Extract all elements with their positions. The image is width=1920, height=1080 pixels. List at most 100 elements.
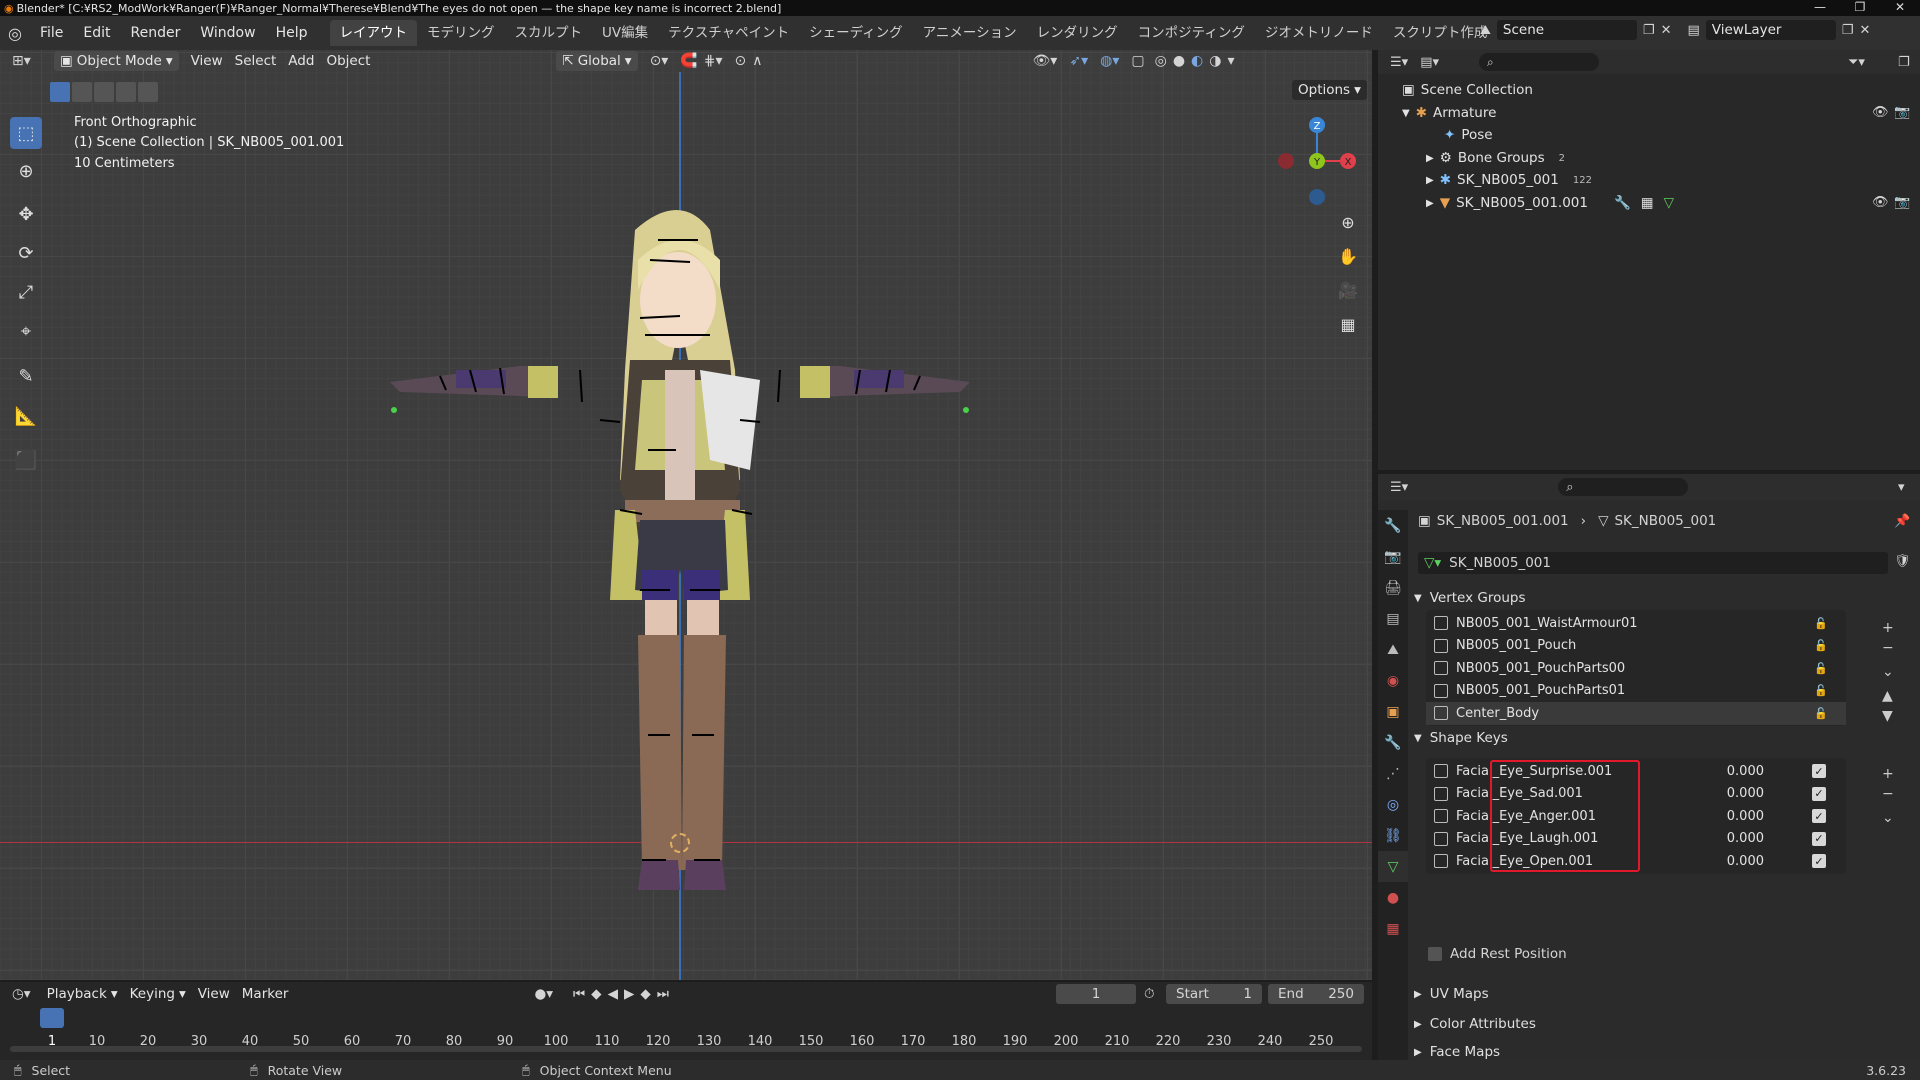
axis-navigation-gizmo[interactable]: Z X Y xyxy=(1262,110,1362,210)
vertex-groups-list[interactable]: NB005_001_WaistArmour01 🔓 NB005_001_Pouch… xyxy=(1426,610,1846,726)
menu-view[interactable]: View xyxy=(185,51,229,71)
lock-icon[interactable]: 🔓 xyxy=(1814,662,1828,675)
workspace-tab-sculpt[interactable]: スカルプト xyxy=(505,20,593,46)
physics-tab-icon[interactable]: ◎ xyxy=(1378,789,1408,820)
snap-icon[interactable]: 🧲 xyxy=(680,53,697,69)
proportional-edit-icon[interactable]: ⊙ xyxy=(735,53,747,69)
blender-menu-icon[interactable]: ◎ xyxy=(0,24,30,43)
jump-key-forward-icon[interactable]: ◆ xyxy=(640,986,650,1002)
character-model[interactable] xyxy=(380,170,980,910)
visibility-icon[interactable]: 👁▾ xyxy=(1033,53,1058,69)
cursor-tool-icon[interactable]: ⊕ xyxy=(10,155,42,187)
workspace-tab-layout[interactable]: レイアウト xyxy=(329,20,417,46)
lock-icon[interactable]: 🔓 xyxy=(1814,684,1828,697)
lock-icon[interactable]: 🔓 xyxy=(1814,707,1828,720)
shape-key-mute-checkbox[interactable]: ✓ xyxy=(1812,854,1826,869)
mesh-render-camera-icon[interactable]: 📷 xyxy=(1894,195,1910,210)
shape-key-mute-checkbox[interactable]: ✓ xyxy=(1812,809,1826,824)
view-layer-icon[interactable]: ▤ xyxy=(1687,23,1699,38)
workspace-tab-uv[interactable]: UV編集 xyxy=(592,20,658,46)
pivot-point-icon[interactable]: ⊙▾ xyxy=(650,53,669,69)
new-collection-icon[interactable]: ❐ xyxy=(1898,55,1910,70)
expand-arrow-icon[interactable]: ▶ xyxy=(1426,175,1434,186)
play-icon[interactable]: ▶ xyxy=(624,986,634,1002)
shape-key-mute-checkbox[interactable]: ✓ xyxy=(1812,764,1826,779)
face-maps-panel-header[interactable]: ▶ Face Maps xyxy=(1414,1044,1500,1060)
play-reverse-icon[interactable]: ◀ xyxy=(608,986,618,1002)
color-attributes-panel-header[interactable]: ▶ Color Attributes xyxy=(1414,1016,1536,1032)
playhead[interactable] xyxy=(40,1008,64,1028)
render-tab-icon[interactable]: 📷 xyxy=(1378,541,1408,572)
vertex-group-item[interactable]: NB005_001_Pouch 🔓 xyxy=(1426,635,1846,658)
menu-marker[interactable]: Marker xyxy=(236,984,295,1004)
mesh-data-icon[interactable]: ▽ xyxy=(1664,195,1674,211)
view-layer-selector[interactable]: ViewLayer xyxy=(1705,20,1836,40)
add-shape-key-icon[interactable]: + xyxy=(1882,766,1894,782)
new-scene-icon[interactable]: ❐ xyxy=(1643,23,1655,38)
workspace-tab-rendering[interactable]: レンダリング xyxy=(1027,20,1128,46)
output-tab-icon[interactable]: 🖨 xyxy=(1378,572,1408,603)
menu-timeline-view[interactable]: View xyxy=(192,984,236,1004)
neg-x-axis-handle[interactable] xyxy=(1278,153,1294,169)
lock-icon[interactable]: 🔓 xyxy=(1814,639,1828,652)
data-tab-icon[interactable]: ▽ xyxy=(1378,851,1408,882)
zoom-icon[interactable]: ⊕ xyxy=(1334,208,1362,236)
camera-view-icon[interactable]: 🎥 xyxy=(1334,276,1362,304)
scene-selector[interactable]: Scene xyxy=(1496,20,1637,40)
outliner-item-armature[interactable]: ▼ ✱ Armature xyxy=(1402,102,1496,124)
vertex-group-item[interactable]: NB005_001_PouchParts00 🔓 xyxy=(1426,657,1846,680)
jump-start-icon[interactable]: ⏮ xyxy=(573,986,585,1002)
workspace-tab-compositing[interactable]: コンポジティング xyxy=(1128,20,1255,46)
jump-key-back-icon[interactable]: ◆ xyxy=(591,986,601,1002)
vertex-group-specials-icon[interactable]: ⌄ xyxy=(1882,664,1894,680)
start-frame-field[interactable]: Start 1 xyxy=(1166,984,1262,1004)
annotate-tool-icon[interactable]: ✎ xyxy=(10,360,42,392)
transform-orientation-selector[interactable]: ⇱ Global ▾ xyxy=(556,51,638,71)
new-view-layer-icon[interactable]: ❐ xyxy=(1842,23,1854,38)
add-vertex-group-icon[interactable]: + xyxy=(1882,620,1894,636)
jump-end-icon[interactable]: ⏭ xyxy=(657,986,669,1002)
expand-arrow-icon[interactable]: ▶ xyxy=(1426,198,1434,209)
pin-icon[interactable]: 📌 xyxy=(1894,514,1910,529)
menu-add[interactable]: Add xyxy=(282,51,320,71)
add-rest-position-checkbox[interactable] xyxy=(1428,947,1442,961)
add-cube-tool-icon[interactable]: ⬛ xyxy=(10,444,42,476)
scene-icon[interactable]: ⛰ xyxy=(1480,23,1491,38)
select-invert-icon[interactable] xyxy=(116,82,136,102)
workspace-tab-texture-paint[interactable]: テクスチャペイント xyxy=(658,20,799,46)
outliner-item-sk-nb005-001-001[interactable]: ▶ ▼ SK_NB005_001.001 🔧 ▦ ▽ xyxy=(1426,192,1674,214)
move-up-icon[interactable]: ▲ xyxy=(1882,688,1894,704)
pan-hand-icon[interactable]: ✋ xyxy=(1334,242,1362,270)
outliner-item-scene-collection[interactable]: ▣ Scene Collection xyxy=(1402,79,1533,101)
current-frame-field[interactable]: 1 xyxy=(1056,984,1136,1004)
fake-user-shield-icon[interactable]: 🛡 xyxy=(1894,554,1911,569)
menu-window[interactable]: Window xyxy=(190,25,265,41)
shape-key-mute-checkbox[interactable]: ✓ xyxy=(1812,786,1826,801)
workspace-tab-animation[interactable]: アニメーション xyxy=(913,20,1027,46)
wireframe-shading-icon[interactable]: ◎ xyxy=(1155,53,1167,69)
vertex-group-item[interactable]: Center_Body 🔓 xyxy=(1426,702,1846,725)
expand-arrow-icon[interactable]: ▶ xyxy=(1426,153,1434,164)
vertex-group-item[interactable]: NB005_001_WaistArmour01 🔓 xyxy=(1426,612,1846,635)
snap-target-icon[interactable]: ⋕▾ xyxy=(704,53,723,69)
gizmo-toggle-icon[interactable]: ➶▾ xyxy=(1069,53,1088,69)
shape-key-value[interactable]: 0.000 xyxy=(1727,809,1764,824)
vertex-groups-panel-header[interactable]: ▼ Vertex Groups xyxy=(1414,590,1526,606)
shape-key-specials-icon[interactable]: ⌄ xyxy=(1882,810,1894,826)
stopwatch-icon[interactable]: ⏱ xyxy=(1144,986,1155,1002)
modifier-tab-icon[interactable]: 🔧 xyxy=(1378,727,1408,758)
material-shading-icon[interactable]: ◐ xyxy=(1191,53,1203,69)
menu-select[interactable]: Select xyxy=(229,51,283,71)
ortho-toggle-icon[interactable]: ▦ xyxy=(1334,310,1362,338)
menu-keying[interactable]: Keying ▾ xyxy=(124,984,192,1004)
outliner-item-bone-groups[interactable]: ▶ ⚙ Bone Groups 2 xyxy=(1426,147,1565,169)
delete-view-layer-icon[interactable]: ✕ xyxy=(1859,23,1870,38)
shading-options-icon[interactable]: ▾ xyxy=(1227,53,1234,69)
menu-playback[interactable]: Playback ▾ xyxy=(41,984,124,1004)
transform-tool-icon[interactable]: ⌖ xyxy=(10,315,42,347)
shape-key-value[interactable]: 0.000 xyxy=(1727,764,1764,779)
record-icon[interactable]: ●▾ xyxy=(534,986,553,1002)
vertex-group-item[interactable]: NB005_001_PouchParts01 🔓 xyxy=(1426,680,1846,703)
delete-scene-icon[interactable]: ✕ xyxy=(1661,23,1672,38)
constraints-tab-icon[interactable]: ⛓ xyxy=(1378,820,1408,851)
